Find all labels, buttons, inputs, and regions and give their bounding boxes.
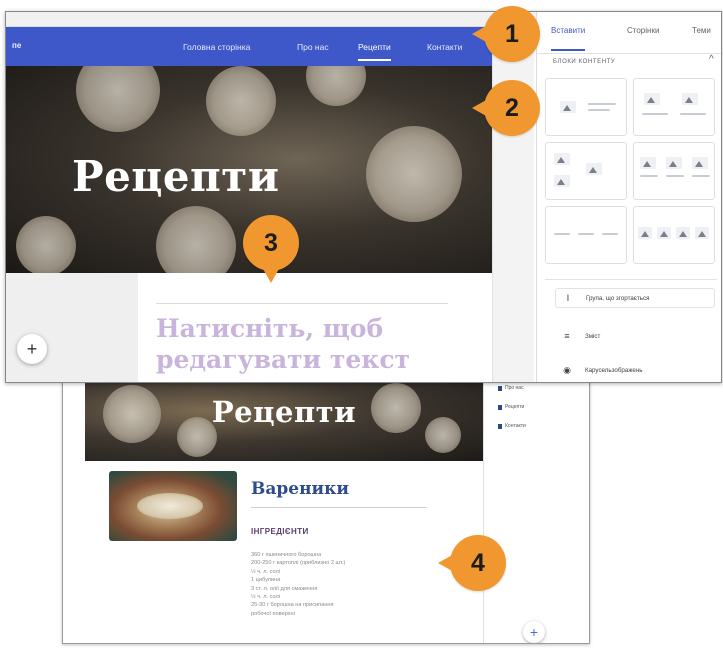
text-line [578, 233, 594, 235]
collapsible-group-item[interactable]: Ⅰ Група, що згортається [555, 288, 715, 308]
dish-title: Вареники [251, 479, 350, 499]
sidebar-page-label: Рецепти [505, 404, 525, 410]
text-cursor-icon: Ⅰ [566, 292, 570, 303]
published-hero-title: Рецепти [211, 395, 357, 429]
nav-link-home[interactable]: Головна сторінка [183, 42, 250, 52]
pages-sidebar: Про нас Рецепти Контакти [483, 377, 589, 643]
text-line [680, 113, 706, 115]
callout-badge-1: 1 [472, 6, 540, 62]
hero-plate-image [156, 206, 236, 273]
sidebar-page-label: Контакти [505, 423, 526, 429]
content-blocks-heading: БЛОКИ КОНТЕНТУ [553, 59, 616, 65]
ingredient-line: 1 цибулина [251, 577, 281, 584]
ruler-strip [6, 12, 536, 27]
hero-plate-image [366, 126, 462, 222]
layout-tile-image-text[interactable] [545, 78, 627, 136]
stage: Рецепти Вареники ІНГРЕДІЄНТИ 360 г пшени… [0, 0, 723, 653]
nav-link-contacts[interactable]: Контакти [427, 42, 462, 52]
text-divider [156, 303, 448, 304]
collapsible-group-label: Група, що згортається [586, 294, 650, 302]
text-line [602, 233, 618, 235]
image-icon [560, 101, 576, 113]
insert-panel: Вставити Сторінки Теми БЛОКИ КОНТЕНТУ ^ [536, 12, 721, 382]
published-site-screenshot: Рецепти Вареники ІНГРЕДІЄНТИ 360 г пшени… [62, 376, 590, 644]
nav-link-recipes[interactable]: Рецепти [358, 42, 391, 61]
editable-text-placeholder[interactable]: Натисніть, щоб редагувати текст [156, 313, 456, 375]
layout-tile-two-images[interactable] [633, 78, 715, 136]
image-placeholder[interactable] [6, 273, 138, 382]
editable-content-area: Натисніть, щоб редагувати текст [6, 273, 492, 382]
table-of-contents-label: Зміст [585, 332, 601, 340]
text-line [666, 175, 684, 177]
page-icon [498, 385, 502, 391]
ingredient-line: 360 г пшеничного борошна [251, 552, 322, 558]
text-line [554, 233, 570, 235]
carousel-icon: ◉ [563, 364, 571, 375]
site-navigation-bar: пе Головна сторінка Про нас Рецепти Конт… [6, 27, 492, 66]
ingredients-list: 360 г пшеничного борошна 200-250 г карто… [251, 551, 441, 618]
image-icon [554, 175, 570, 187]
ingredient-line: ½ ч. л. солі [251, 568, 280, 575]
hero-plate-image [16, 216, 76, 273]
table-of-contents-item[interactable]: ≡ Зміст [561, 326, 600, 346]
image-carousel-label: Карусельзображень [585, 366, 643, 374]
site-editor-screenshot: пе Головна сторінка Про нас Рецепти Конт… [5, 11, 722, 383]
list-icon: ≡ [564, 331, 570, 341]
panel-tabs: Вставити Сторінки Теми [537, 12, 721, 54]
image-icon [638, 227, 652, 239]
callout-badge-3: 3 [243, 215, 299, 283]
text-line [588, 109, 610, 111]
image-icon [666, 157, 682, 169]
tab-themes[interactable]: Теми [692, 26, 711, 35]
image-icon [586, 163, 602, 175]
text-line [692, 175, 710, 177]
image-icon [554, 153, 570, 165]
tab-pages[interactable]: Сторінки [627, 26, 659, 35]
layout-tile-text-columns[interactable] [545, 206, 627, 264]
text-line [642, 113, 668, 115]
layout-tile-image-grid[interactable] [545, 142, 627, 200]
hero-plate-image [206, 66, 276, 136]
hero-title[interactable]: Рецепти [72, 152, 279, 201]
sidebar-page-recipes[interactable]: Рецепти [498, 404, 524, 410]
text-line [640, 175, 658, 177]
chevron-up-icon[interactable]: ^ [709, 54, 714, 65]
image-icon [640, 157, 656, 169]
nav-link-about[interactable]: Про нас [297, 42, 329, 52]
ingredient-line: 200-250 г картоплі (приблизно 2 шт.) [251, 560, 346, 567]
title-divider [251, 507, 427, 508]
image-icon [657, 227, 671, 239]
tab-insert[interactable]: Вставити [551, 26, 586, 51]
hero-plate-image [76, 66, 160, 132]
ingredient-line: 25-30 г борошна на присипання [251, 602, 334, 609]
published-hero-banner: Рецепти [85, 377, 483, 461]
add-block-button[interactable]: + [17, 334, 47, 364]
published-recipe-content: Вареники ІНГРЕДІЄНТИ 360 г пшеничного бо… [85, 461, 483, 643]
image-icon [644, 93, 660, 105]
ingredients-heading: ІНГРЕДІЄНТИ [251, 527, 309, 536]
image-icon [682, 93, 698, 105]
page-icon [498, 423, 502, 429]
image-carousel-item[interactable]: ◉ Карусельзображень [561, 360, 642, 380]
image-icon [692, 157, 708, 169]
site-brand: пе [12, 41, 22, 50]
image-icon [695, 227, 709, 239]
dumplings-photo [109, 471, 237, 541]
sidebar-page-about[interactable]: Про нас [498, 385, 524, 391]
panel-divider [545, 279, 717, 280]
text-line [588, 103, 616, 105]
callout-badge-4: 4 [438, 535, 506, 591]
layout-tile-three-images[interactable] [633, 142, 715, 200]
add-button[interactable]: + [523, 621, 545, 643]
hero-plate-image [306, 66, 366, 106]
callout-badge-2: 2 [472, 80, 540, 136]
layout-tile-four-images[interactable] [633, 206, 715, 264]
page-icon [498, 404, 502, 410]
ingredient-line: 3 ст. л. олії для смаження [251, 585, 318, 592]
sidebar-page-contacts[interactable]: Контакти [498, 423, 526, 429]
ingredient-line: ½ ч. л. солі [251, 594, 280, 601]
ingredient-line: робочої поверхні [251, 610, 295, 617]
image-icon [676, 227, 690, 239]
sidebar-page-label: Про нас [505, 385, 524, 391]
